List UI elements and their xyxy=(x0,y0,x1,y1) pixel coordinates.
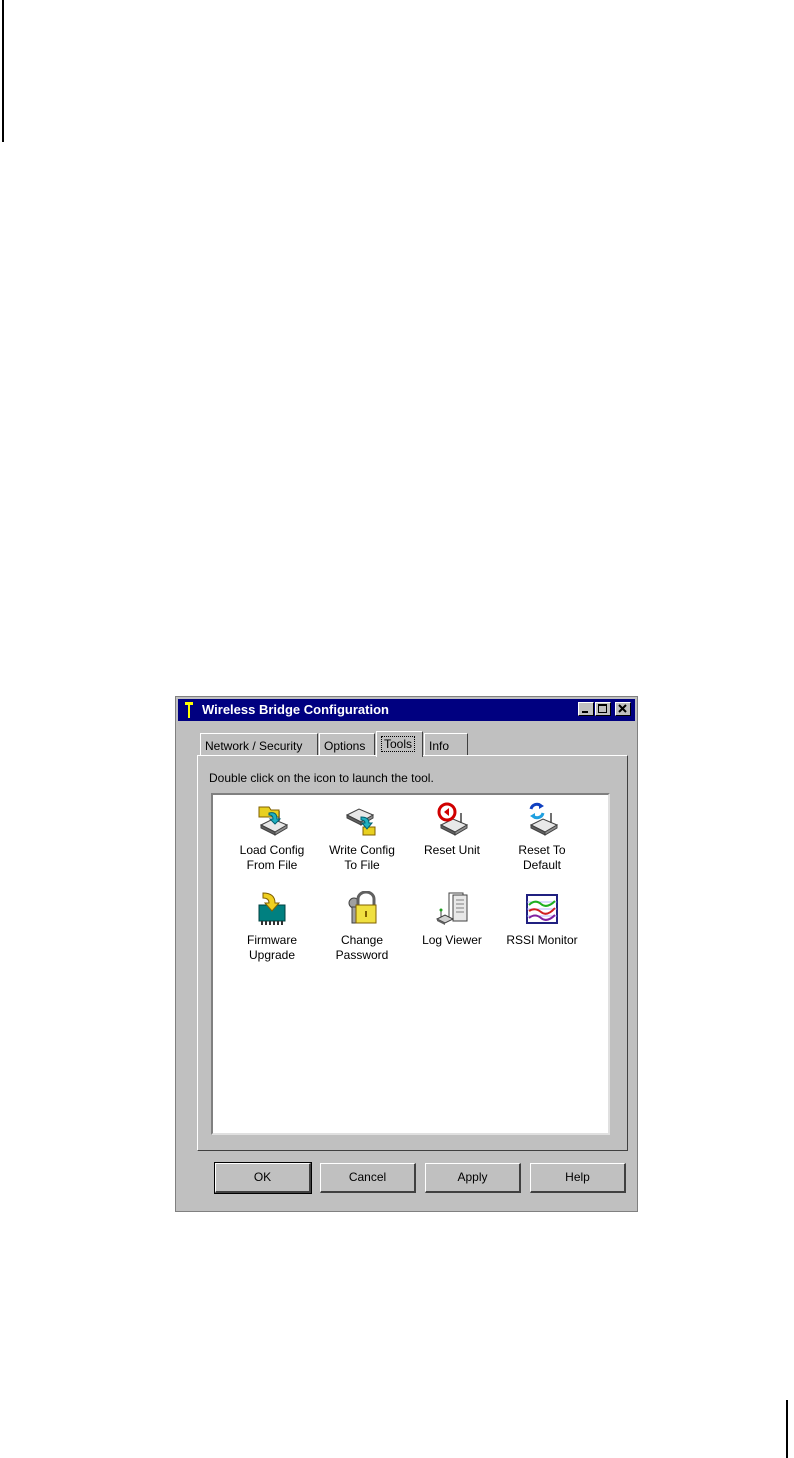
tool-label-line1: Firmware xyxy=(247,933,297,947)
tab-tools[interactable]: Tools xyxy=(376,731,423,757)
tool-label-line1: Write Config xyxy=(329,843,395,857)
tab-network-security[interactable]: Network / Security xyxy=(200,733,318,755)
reset-unit-icon xyxy=(437,802,469,836)
firmware-upgrade-icon xyxy=(258,892,286,925)
instruction-text: Double click on the icon to launch the t… xyxy=(209,771,434,785)
antenna-icon xyxy=(185,702,193,718)
apply-button[interactable]: Apply xyxy=(425,1163,521,1193)
tool-label-line1: Reset To xyxy=(518,843,566,857)
minimize-icon[interactable] xyxy=(578,702,594,716)
padlock-icon xyxy=(348,891,377,924)
tool-label-line2: Upgrade xyxy=(248,948,296,962)
tool-write-config[interactable]: Write Config To File xyxy=(319,801,405,873)
tool-label-line1: Log Viewer xyxy=(422,933,482,947)
tab-label: Options xyxy=(324,739,366,753)
tool-label-line2: Password xyxy=(335,948,389,962)
maximize-icon[interactable] xyxy=(595,702,611,716)
help-button-label: Help xyxy=(565,1170,590,1184)
log-viewer-icon xyxy=(435,892,468,925)
tab-label: Network / Security xyxy=(205,739,303,753)
tool-label-line2: From File xyxy=(246,858,298,872)
apply-button-label: Apply xyxy=(457,1170,488,1184)
tool-rssi-monitor[interactable]: RSSI Monitor xyxy=(499,891,585,948)
ok-button[interactable]: OK xyxy=(214,1162,312,1194)
tool-label-line2: To File xyxy=(344,858,380,872)
tool-label-line1: Load Config xyxy=(239,843,305,857)
close-icon[interactable] xyxy=(615,702,631,716)
tool-reset-default[interactable]: Reset To Default xyxy=(499,801,585,873)
ok-button-label: OK xyxy=(253,1170,272,1184)
tool-load-config[interactable]: Load Config From File xyxy=(229,801,315,873)
page-margin-line-bottom xyxy=(786,1400,788,1458)
write-config-icon xyxy=(345,808,376,836)
tool-change-password[interactable]: Change Password xyxy=(319,891,405,963)
tab-label: Tools xyxy=(381,736,416,752)
title-bar[interactable]: Wireless Bridge Configuration xyxy=(178,699,635,721)
tool-firmware-upgrade[interactable]: Firmware Upgrade xyxy=(229,891,315,963)
config-dialog: Wireless Bridge Configuration Network / … xyxy=(175,696,638,1212)
cancel-button[interactable]: Cancel xyxy=(320,1163,416,1193)
tab-label: Info xyxy=(429,739,450,753)
tool-label-line2: Default xyxy=(522,858,562,872)
tool-log-viewer[interactable]: Log Viewer xyxy=(409,891,495,948)
tab-options[interactable]: Options xyxy=(319,733,375,755)
help-button[interactable]: Help xyxy=(530,1163,626,1193)
tool-label-line1: Change xyxy=(340,933,384,947)
cancel-button-label: Cancel xyxy=(348,1170,387,1184)
tab-info[interactable]: Info xyxy=(424,733,468,755)
window-title: Wireless Bridge Configuration xyxy=(202,702,389,717)
tool-reset-unit[interactable]: Reset Unit xyxy=(409,801,495,858)
reset-default-icon xyxy=(529,802,559,836)
tool-icon-list: Load Config From File Write Config To Fi… xyxy=(211,793,610,1135)
load-config-icon xyxy=(258,806,289,836)
page-margin-line-top xyxy=(2,0,4,142)
tool-label-line1: Reset Unit xyxy=(423,843,481,857)
tool-label-line1: RSSI Monitor xyxy=(506,933,578,947)
rssi-monitor-icon xyxy=(526,894,558,924)
